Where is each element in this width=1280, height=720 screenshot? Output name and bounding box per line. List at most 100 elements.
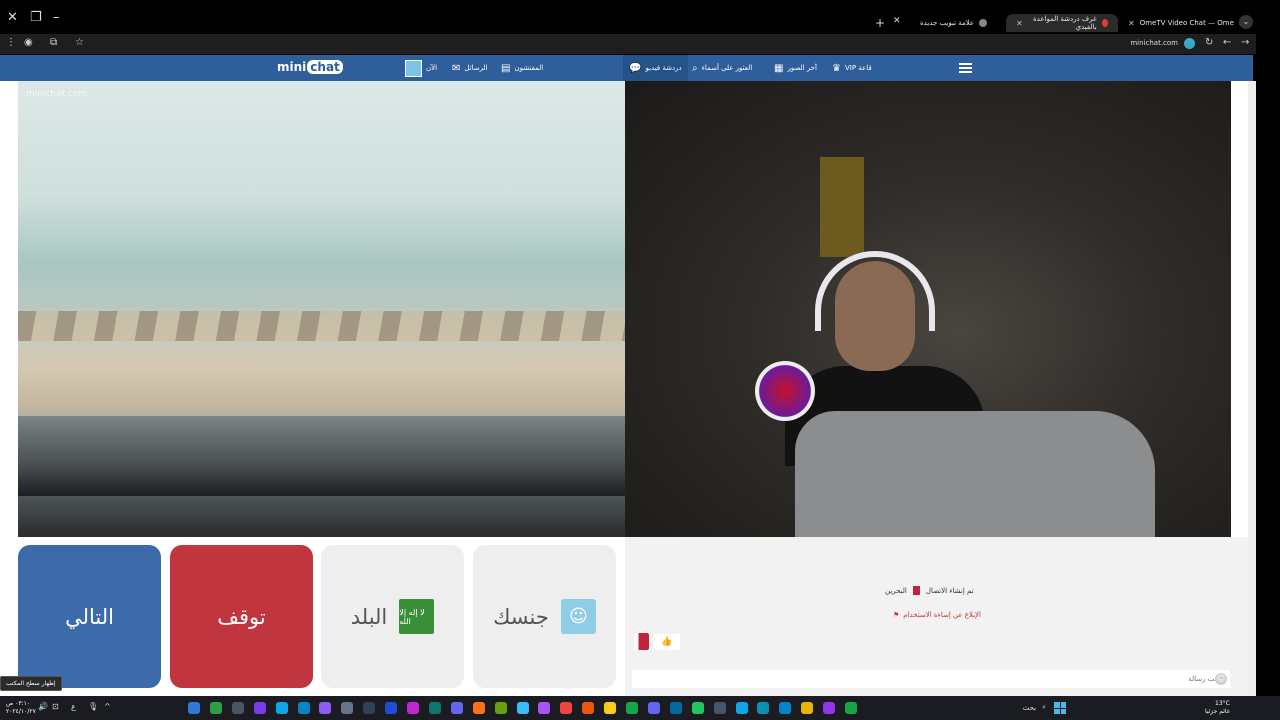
taskbar-app-icon[interactable] <box>845 702 857 714</box>
flag-icon: ⚑ <box>893 611 900 619</box>
taskbar-app-icon[interactable] <box>341 702 354 714</box>
taskbar-app-icon[interactable] <box>450 702 463 714</box>
tab-close-icon[interactable]: ✕ <box>1016 19 1023 28</box>
bookmark-star-icon[interactable]: ☆ <box>75 37 84 48</box>
taskbar-app-icon[interactable] <box>801 702 814 714</box>
tab-title: علامة تبويب جديدة <box>920 19 975 27</box>
nav-last-photos[interactable]: ▦ آخر الصور <box>774 60 817 76</box>
taskbar-app-icon[interactable] <box>823 702 836 714</box>
search-icon: ⌕ <box>692 62 698 74</box>
nav-now[interactable]: الآن <box>405 59 437 77</box>
taskbar-app-icon[interactable] <box>516 702 529 714</box>
site-info-icon[interactable] <box>1184 38 1195 49</box>
tab-close-icon[interactable]: ✕ <box>1128 19 1135 28</box>
start-menu-icon[interactable] <box>1054 702 1066 714</box>
url-text[interactable]: minichat.com <box>1130 39 1178 47</box>
back-icon[interactable]: ← <box>1223 37 1231 48</box>
network-icon[interactable]: ⊡ <box>52 702 59 711</box>
sender-flag-icon <box>634 633 649 650</box>
language-indicator[interactable]: ع <box>71 702 76 711</box>
grid-icon: ▦ <box>774 62 784 74</box>
taskbar-clock[interactable]: ٠٣:١٠ ص ٢٠٢٤/١٠/٢٧ <box>6 700 36 716</box>
country-label: البلد <box>350 604 388 629</box>
search-icon: ⌕ <box>1042 703 1046 711</box>
newtab-favicon-icon <box>979 19 988 27</box>
show-desktop-tooltip: إظهار سطح المكتب <box>0 676 62 691</box>
taskbar-app-icon[interactable] <box>691 702 704 714</box>
nav-suspects[interactable]: ▤ المفتشون <box>501 60 543 76</box>
page-scrollbar[interactable] <box>1248 81 1256 696</box>
next-label: التالي <box>65 604 114 629</box>
taskbar-app-icon[interactable] <box>757 702 770 714</box>
country-filter-button[interactable]: البلد لا إله إلا الله <box>321 545 464 688</box>
taskbar-app-icon[interactable] <box>779 702 792 714</box>
taskbar-app-icon[interactable] <box>713 702 726 714</box>
connection-status: تم إنشاء الاتصال البحرين <box>885 586 974 595</box>
bahrain-flag-icon <box>912 586 920 595</box>
crown-icon: ♛ <box>832 62 841 74</box>
gender-filter-button[interactable]: جنسك ☺ <box>473 545 616 688</box>
taskbar-app-icon[interactable] <box>538 702 551 714</box>
forward-icon[interactable]: → <box>1241 37 1249 48</box>
taskbar-app-icon[interactable] <box>231 702 244 714</box>
chat-bubble-icon: 💬 <box>629 62 642 74</box>
minichat-logo[interactable]: mini chat <box>277 60 343 74</box>
reload-icon[interactable]: ↻ <box>1205 37 1213 48</box>
microphone-icon[interactable]: 🎙 <box>88 702 98 711</box>
tab-ometv[interactable]: OmeTV Video Chat — Ome ✕ <box>1118 14 1257 32</box>
taskbar-app-icon[interactable] <box>319 702 332 714</box>
inbox-icon: ▤ <box>501 62 511 74</box>
taskbar-app-icon[interactable] <box>626 702 638 714</box>
restore-window-icon[interactable]: ❐ <box>30 10 42 25</box>
emoji-icon[interactable]: ☺ <box>1215 673 1227 685</box>
address-bar: ⋮ ◉ ⧉ ☆ minichat.com ↻ ← → <box>0 34 1256 54</box>
tray-chevron-icon[interactable]: ^ <box>104 702 111 711</box>
taskbar-app-icon[interactable] <box>253 702 266 714</box>
taskbar-app-icon[interactable] <box>560 702 573 714</box>
tab-search-icon[interactable]: ⌄ <box>1239 15 1253 29</box>
tab-minichat[interactable]: غرف دردشة المواعدة بالفيدي ✕ <box>1006 14 1118 32</box>
menu-dots-icon[interactable]: ⋮ <box>6 37 16 48</box>
taskbar-app-icon[interactable] <box>188 702 200 714</box>
taskbar-app-icon[interactable] <box>428 702 441 714</box>
envelope-icon: ✉ <box>452 62 461 74</box>
stop-label: توقف <box>217 604 266 629</box>
taskbar-app-icon[interactable] <box>297 702 310 714</box>
weather-widget[interactable]: 13°C غائم جزئيا <box>1205 700 1230 716</box>
taskbar-app-icon[interactable] <box>275 702 288 714</box>
hamburger-menu-icon[interactable] <box>959 63 972 75</box>
extensions-icon[interactable]: ⧉ <box>50 37 57 48</box>
next-button[interactable]: التالي <box>18 545 161 688</box>
volume-icon[interactable]: 🔊 <box>38 702 48 711</box>
gender-label: جنسك <box>493 604 549 629</box>
nav-messages[interactable]: ✉ الرسائل <box>452 60 488 76</box>
taskbar-search[interactable]: بحث ⌕ <box>1000 701 1046 714</box>
message-input[interactable] <box>632 670 1230 688</box>
taskbar-app-icon[interactable] <box>582 702 595 714</box>
close-window-icon[interactable]: ✕ <box>7 10 18 25</box>
tab-title: OmeTV Video Chat — Ome <box>1139 19 1234 27</box>
minimize-window-icon[interactable]: – <box>53 10 60 25</box>
taskbar-app-icon[interactable] <box>472 702 485 714</box>
tab-close-icon[interactable]: ✕ <box>893 16 901 26</box>
new-tab-icon[interactable]: + <box>875 16 885 30</box>
site-watermark: minichat.com <box>26 89 88 99</box>
tab-new[interactable]: علامة تبويب جديدة <box>910 14 997 32</box>
taskbar-app-icon[interactable] <box>647 702 660 714</box>
taskbar-app-icon[interactable] <box>407 702 419 714</box>
profile-icon[interactable]: ◉ <box>24 37 33 48</box>
stop-button[interactable]: توقف <box>170 545 313 688</box>
nav-vip[interactable]: ♛ VIP قاعة <box>832 60 872 76</box>
nav-video-chat[interactable]: 💬 دردشة فيديو <box>623 55 688 81</box>
partner-country: البحرين <box>885 586 907 595</box>
chat-message: 👍 <box>654 634 680 650</box>
taskbar-app-icon[interactable] <box>669 702 682 714</box>
taskbar-app-icon[interactable] <box>363 702 376 714</box>
taskbar-app-icon[interactable] <box>209 702 222 714</box>
taskbar-app-icon[interactable] <box>735 702 748 714</box>
taskbar-app-icon[interactable] <box>604 702 617 714</box>
report-abuse-link[interactable]: ⚑ الإبلاغ عن إساءة الاستخدام <box>893 611 981 619</box>
taskbar-app-icon[interactable] <box>385 702 398 714</box>
nav-search-name[interactable]: ⌕ العثور على أسماء <box>692 60 752 76</box>
taskbar-app-icon[interactable] <box>494 702 507 714</box>
